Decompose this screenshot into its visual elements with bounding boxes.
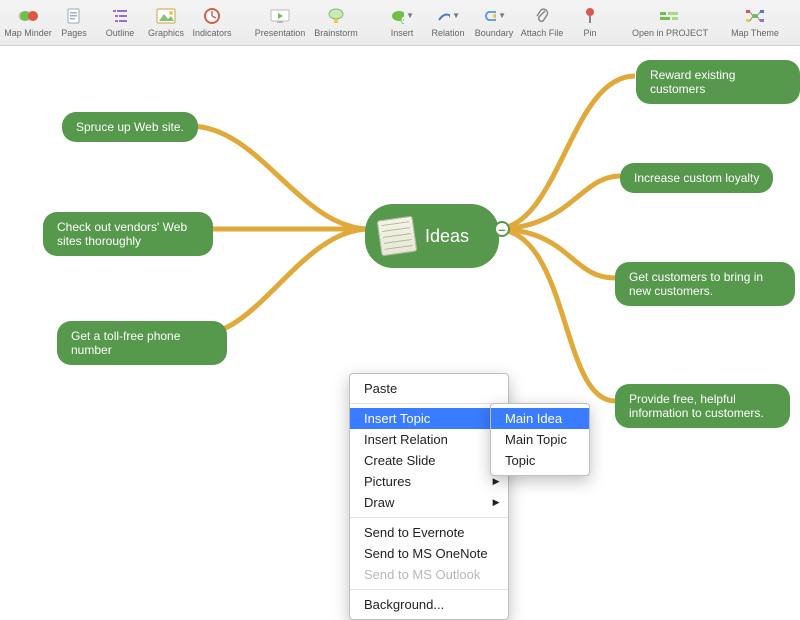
toolbar-label: Pages (61, 28, 87, 38)
topic-label: Increase custom loyalty (634, 171, 759, 185)
topic-node[interactable]: Increase custom loyalty (620, 163, 773, 193)
relation-icon: ▼ (436, 6, 460, 26)
toolbar: Map Minder Pages Outline Graphics Indica… (0, 0, 800, 46)
menu-create-slide[interactable]: Create Slide (350, 450, 508, 471)
topic-node[interactable]: Spruce up Web site. (62, 112, 198, 142)
toolbar-graphics[interactable]: Graphics (144, 4, 188, 38)
toolbar-map-minder[interactable]: Map Minder (6, 4, 50, 38)
toolbar-outline[interactable]: Outline (98, 4, 142, 38)
submenu-main-topic[interactable]: Main Topic (491, 429, 589, 450)
central-topic-label: Ideas (425, 229, 469, 243)
toolbar-boundary[interactable]: ▼ Boundary (472, 4, 516, 38)
toolbar-insert[interactable]: ▼ Insert (380, 4, 424, 38)
menu-paste[interactable]: Paste (350, 378, 508, 399)
toolbar-label: Presentation (255, 28, 306, 38)
topic-label: Reward existing customers (650, 68, 786, 96)
context-menu: Paste Insert Topic Insert Relation Creat… (349, 373, 509, 620)
graphics-icon (154, 6, 178, 26)
indicators-icon (200, 6, 224, 26)
menu-separator (350, 403, 508, 404)
topic-node[interactable]: Reward existing customers (636, 60, 800, 104)
submenu-topic[interactable]: Topic (491, 450, 589, 471)
menu-send-outlook: Send to MS Outlook (350, 564, 508, 585)
mindmap-canvas[interactable]: Ideas – Spruce up Web site. Check out ve… (0, 46, 800, 581)
context-submenu: Main Idea Main Topic Topic (490, 403, 590, 476)
toolbar-attach-file[interactable]: Attach File (518, 4, 566, 38)
boundary-icon: ▼ (482, 6, 506, 26)
topic-label: Get a toll-free phone number (71, 329, 213, 357)
menu-send-onenote[interactable]: Send to MS OneNote (350, 543, 508, 564)
menu-background[interactable]: Background... (350, 594, 508, 615)
menu-insert-topic[interactable]: Insert Topic (350, 408, 508, 429)
toolbar-label: Map Theme (731, 28, 779, 38)
pages-icon (62, 6, 86, 26)
outline-icon (108, 6, 132, 26)
toolbar-label: Boundary (475, 28, 514, 38)
toolbar-label: Relation (431, 28, 464, 38)
toolbar-label: Pin (583, 28, 596, 38)
toolbar-pages[interactable]: Pages (52, 4, 96, 38)
collapse-toggle[interactable]: – (494, 221, 510, 237)
toolbar-open-in-project[interactable]: Open in PROJECT (630, 4, 710, 38)
central-topic[interactable]: Ideas (365, 204, 499, 268)
toolbar-label: Open in PROJECT (632, 28, 708, 38)
menu-pictures[interactable]: Pictures (350, 471, 508, 492)
project-icon (658, 6, 682, 26)
toolbar-label: Outline (106, 28, 135, 38)
toolbar-brainstorm[interactable]: Brainstorm (310, 4, 362, 38)
toolbar-label: Attach File (521, 28, 564, 38)
notepad-icon (377, 216, 418, 257)
toolbar-label: Brainstorm (314, 28, 358, 38)
toolbar-label: Graphics (148, 28, 184, 38)
toolbar-map-theme[interactable]: Map Theme (728, 4, 782, 38)
topic-node[interactable]: Get a toll-free phone number (57, 321, 227, 365)
topic-label: Provide free, helpful information to cus… (629, 392, 776, 420)
brainstorm-icon (324, 6, 348, 26)
toolbar-label: Indicators (192, 28, 231, 38)
map-theme-icon (743, 6, 767, 26)
pin-icon (578, 6, 602, 26)
toolbar-label: Map Minder (4, 28, 52, 38)
topic-node[interactable]: Check out vendors' Web sites thoroughly (43, 212, 213, 256)
menu-draw[interactable]: Draw (350, 492, 508, 513)
toolbar-relation[interactable]: ▼ Relation (426, 4, 470, 38)
toolbar-pin[interactable]: Pin (568, 4, 612, 38)
toolbar-presentation[interactable]: Presentation (252, 4, 308, 38)
menu-insert-relation[interactable]: Insert Relation (350, 429, 508, 450)
menu-separator (350, 589, 508, 590)
topic-label: Check out vendors' Web sites thoroughly (57, 220, 199, 248)
topic-node[interactable]: Get customers to bring in new customers. (615, 262, 795, 306)
presentation-icon (268, 6, 292, 26)
map-minder-icon (16, 6, 40, 26)
topic-label: Get customers to bring in new customers. (629, 270, 781, 298)
toolbar-label: Insert (391, 28, 414, 38)
topic-node[interactable]: Provide free, helpful information to cus… (615, 384, 790, 428)
insert-icon: ▼ (390, 6, 414, 26)
toolbar-indicators[interactable]: Indicators (190, 4, 234, 38)
menu-separator (350, 517, 508, 518)
topic-label: Spruce up Web site. (76, 120, 184, 134)
paperclip-icon (530, 6, 554, 26)
submenu-main-idea[interactable]: Main Idea (491, 408, 589, 429)
menu-send-evernote[interactable]: Send to Evernote (350, 522, 508, 543)
